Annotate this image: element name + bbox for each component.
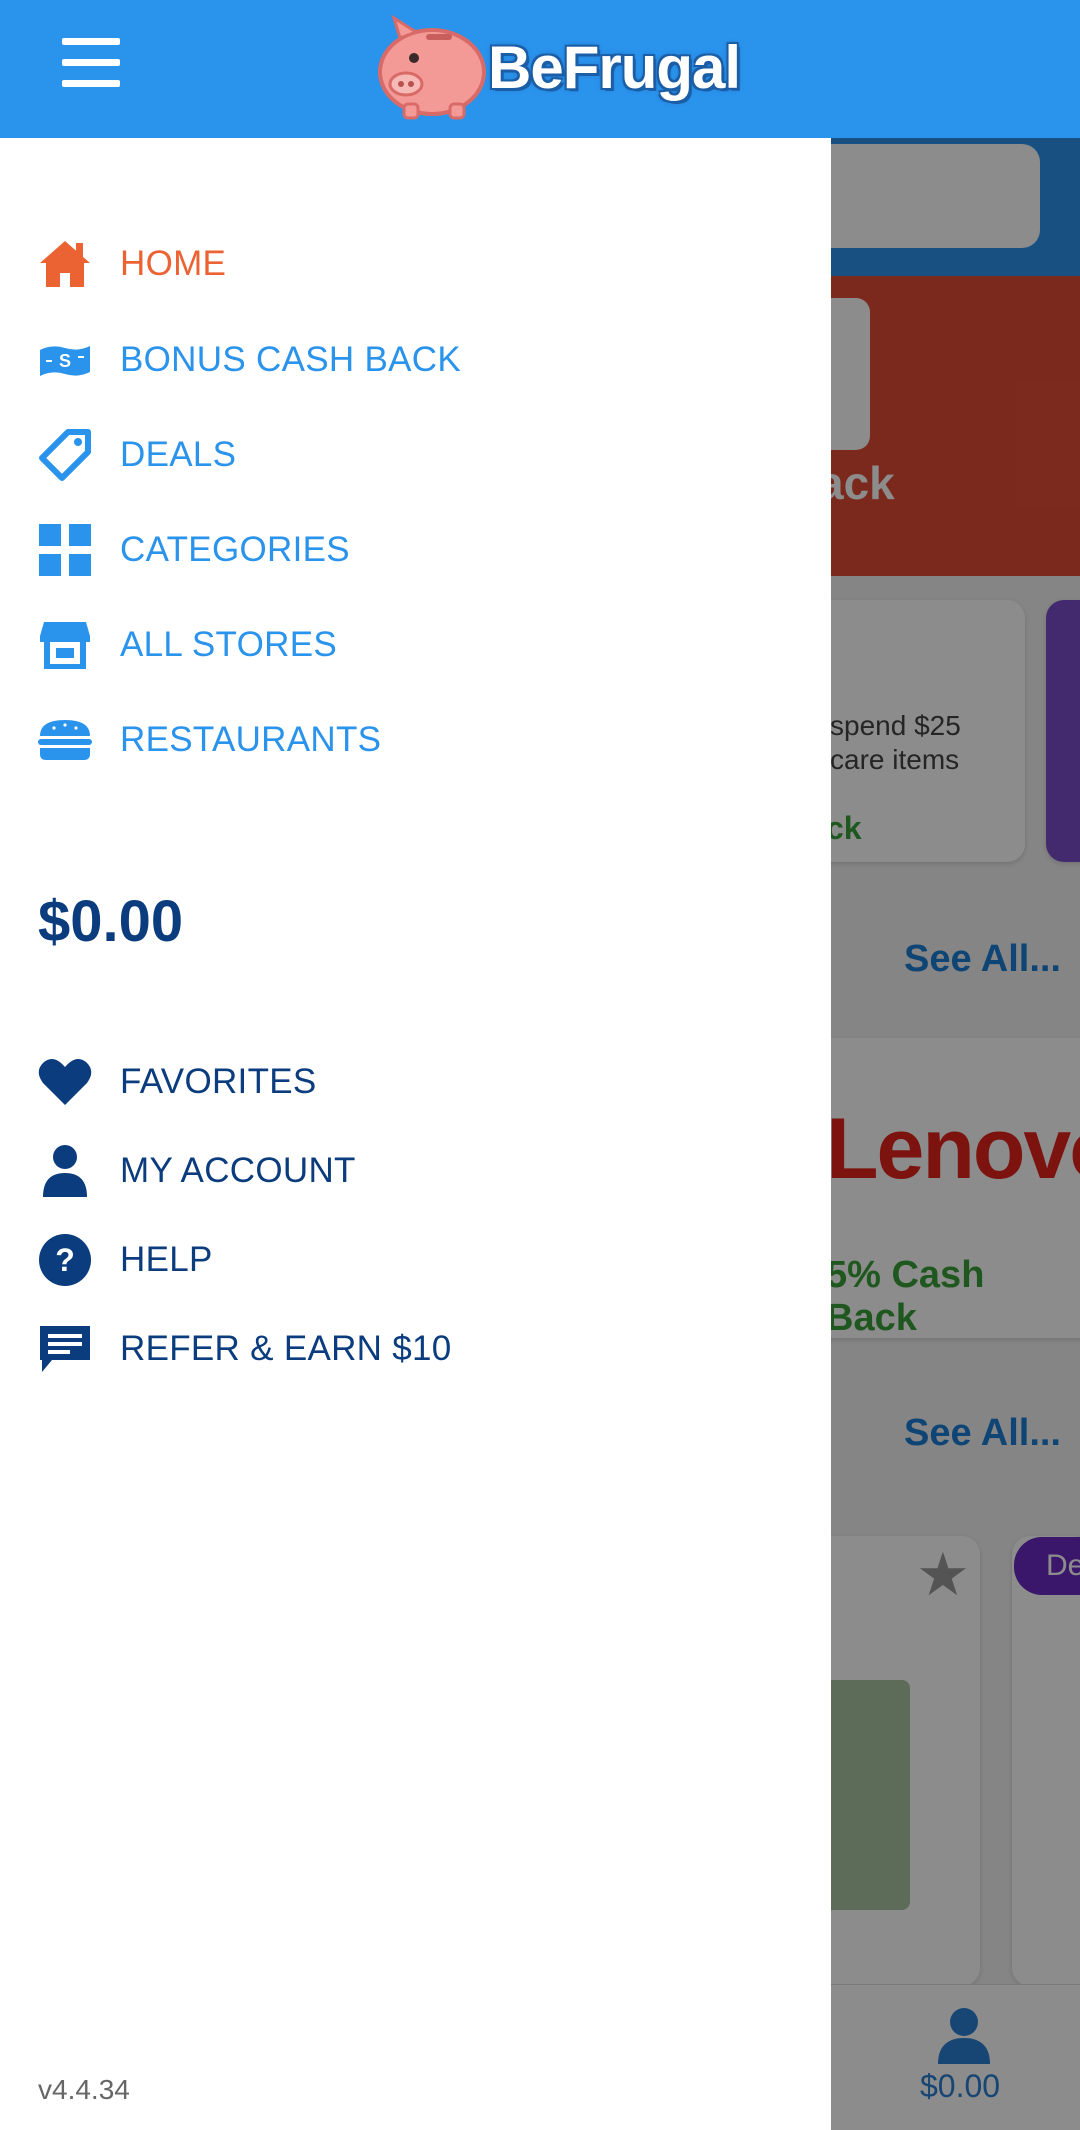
befrugal-logo[interactable]: BeFrugal: [370, 12, 741, 122]
nav-label: RESTAURANTS: [120, 720, 382, 759]
person-icon: [38, 1144, 92, 1198]
nav-label: HELP: [120, 1240, 213, 1279]
grid-icon: [38, 523, 92, 577]
nav-label: HOME: [120, 244, 227, 283]
nav-label: BONUS CASH BACK: [120, 340, 461, 379]
piggy-icon: [378, 14, 486, 120]
navigation-drawer: HOME S BONUS CASH BACK DEALS CATEGORIES …: [0, 138, 831, 2130]
nav-item-refer-earn[interactable]: REFER & EARN $10: [38, 1319, 452, 1379]
logo-text: BeFrugal: [488, 33, 741, 101]
nav-item-all-stores[interactable]: ALL STORES: [38, 615, 337, 675]
nav-label: DEALS: [120, 435, 237, 474]
nav-item-favorites[interactable]: FAVORITES: [38, 1052, 317, 1112]
svg-text:S: S: [59, 351, 71, 371]
heart-icon: [38, 1055, 92, 1109]
burger-icon: [38, 713, 92, 767]
chat-icon: [38, 1322, 92, 1376]
nav-item-bonus-cash-back[interactable]: S BONUS CASH BACK: [38, 330, 461, 390]
nav-item-restaurants[interactable]: RESTAURANTS: [38, 710, 381, 770]
nav-item-home[interactable]: HOME: [38, 234, 226, 294]
tag-icon: [38, 428, 92, 482]
nav-item-my-account[interactable]: MY ACCOUNT: [38, 1141, 356, 1201]
nav-label: CATEGORIES: [120, 530, 350, 569]
app-bar: BeFrugal: [0, 0, 1080, 138]
nav-item-deals[interactable]: DEALS: [38, 425, 236, 485]
nav-label: FAVORITES: [120, 1062, 317, 1101]
nav-label: ALL STORES: [120, 625, 337, 664]
app-screen: ack spend $25 care items ck See All... L…: [0, 0, 1080, 2130]
nav-item-help[interactable]: ? HELP: [38, 1230, 213, 1290]
cash-icon: S: [38, 333, 92, 387]
nav-label: REFER & EARN $10: [120, 1329, 452, 1368]
menu-icon[interactable]: [62, 38, 120, 96]
svg-text:?: ?: [55, 1242, 75, 1278]
balance-amount[interactable]: $0.00: [38, 888, 183, 955]
question-icon: ?: [38, 1233, 92, 1287]
nav-label: MY ACCOUNT: [120, 1151, 356, 1190]
store-icon: [38, 618, 92, 672]
app-version: v4.4.34: [38, 2074, 130, 2105]
home-icon: [38, 237, 92, 291]
nav-item-categories[interactable]: CATEGORIES: [38, 520, 350, 580]
